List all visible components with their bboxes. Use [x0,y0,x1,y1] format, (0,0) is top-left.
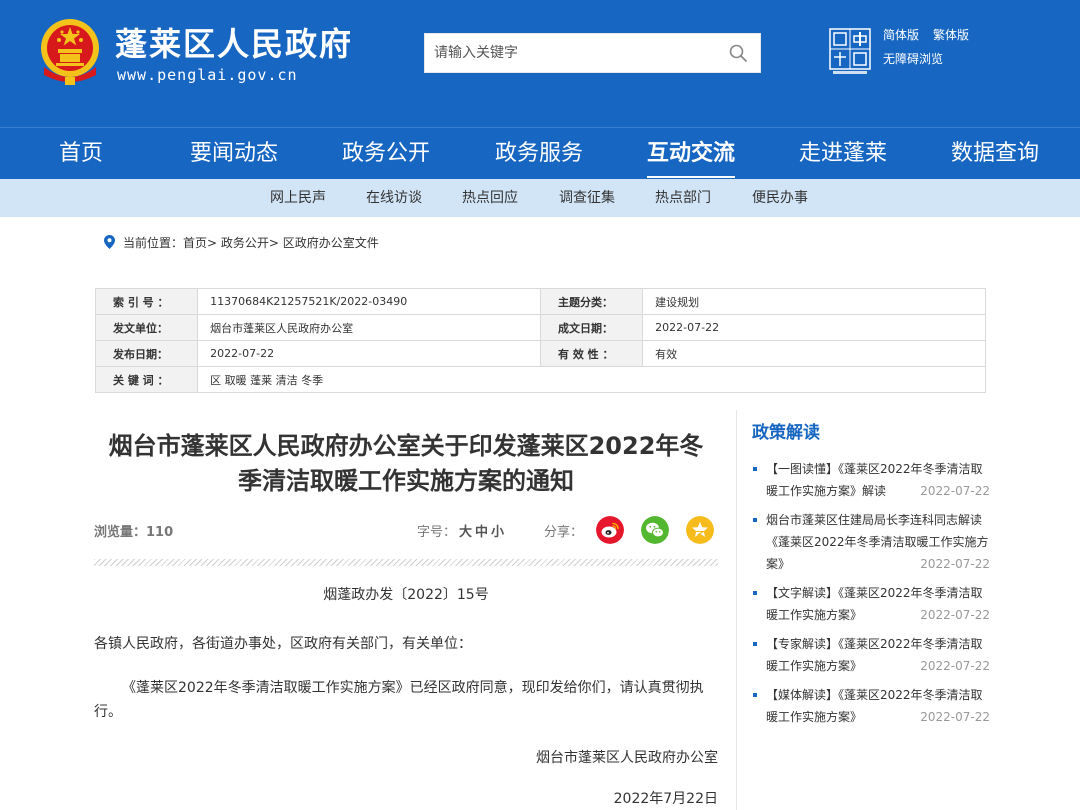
breadcrumb-home[interactable]: 首页 [183,236,207,250]
wechat-icon[interactable] [641,516,669,544]
nav-interaction[interactable]: 互动交流 [647,128,736,180]
font-size-small-button[interactable]: 小 [491,525,504,540]
published-date-label: 发布日期： [94,340,199,367]
sidebar-title: 政策解读 [752,423,820,443]
list-item-date: 2022-07-22 [920,608,990,622]
index-no-label: 索 引 号 ： [94,288,199,315]
share-label: 分享： [544,525,584,540]
subnav-online-interview[interactable]: 在线访谈 [366,179,422,217]
search-icon[interactable] [728,43,748,63]
nav-about-penglai[interactable]: 走进蓬莱 [799,128,887,180]
qzone-icon[interactable] [686,516,714,544]
breadcrumb: 当前位置：首页> 政务公开> 区政府办公室文件 [104,235,379,251]
list-item[interactable]: 【媒体解读】《蓬莱区2022年冬季清洁取暖工作实施方案》 2022-07-22 [752,684,990,728]
created-date-value: 2022-07-22 [642,314,986,341]
font-size-control: 字号：大中小 [417,521,504,540]
category-value: 建设规划 [642,288,986,315]
keywords-label: 关 键 词 ： [94,366,199,393]
article-toolbar: 浏览量：110 字号：大中小 分享： [94,516,718,544]
list-item-date: 2022-07-22 [920,557,990,571]
yantai-china-logo-icon [829,28,871,74]
view-count: 浏览量：110 [94,525,174,540]
subnav-hot-responses[interactable]: 热点回应 [462,179,518,217]
issuer-value: 烟台市蓬莱区人民政府办公室 [197,314,541,341]
national-emblem-icon[interactable] [38,17,102,85]
keywords-value: 区 取暖 蓬莱 清洁 冬季 [197,366,986,393]
site-name[interactable]: 蓬莱区人民政府 [115,26,353,62]
validity-label: 有 效 性 ： [539,340,644,367]
index-no-value: 11370684K21257521K/2022-03490 [197,288,541,315]
created-date-label: 成文日期： [539,314,644,341]
nav-news[interactable]: 要闻动态 [190,128,278,180]
subnav-public-voice[interactable]: 网上民声 [270,179,326,217]
nav-government-affairs[interactable]: 政务公开 [342,128,430,180]
location-pin-icon [104,235,115,249]
list-item[interactable]: 烟台市蓬莱区住建局局长李连科同志解读《蓬莱区2022年冬季清洁取暖工作实施方案》… [752,509,990,575]
article-salutation: 各镇人民政府，各街道办事处，区政府有关部门，有关单位： [94,636,472,652]
list-item-date: 2022-07-22 [920,484,990,498]
simplified-chinese-link[interactable]: 简体版 [883,28,919,42]
breadcrumb-prefix: 当前位置： [123,236,184,250]
article-title: 烟台市蓬莱区人民政府办公室关于印发蓬莱区2022年冬 季清洁取暖工作实施方案的通… [94,429,718,499]
breadcrumb-government-affairs[interactable]: 政务公开 [221,236,269,250]
published-date-value: 2022-07-22 [197,340,541,367]
list-item-date: 2022-07-22 [920,659,990,673]
article-title-line-1: 烟台市蓬莱区人民政府办公室关于印发蓬莱区2022年冬 [108,432,704,460]
policy-interpretation-sidebar: 政策解读 【一图读懂】《蓬莱区2022年冬季清洁取暖工作实施方案》解读 2022… [752,420,990,724]
list-item[interactable]: 【专家解读】《蓬莱区2022年冬季清洁取暖工作实施方案》 2022-07-22 [752,633,990,677]
column-divider [736,410,737,810]
breadcrumb-separator: > [268,236,283,250]
subnav-convenience-services[interactable]: 便民办事 [752,179,808,217]
breadcrumb-separator: > [207,236,221,250]
site-url[interactable]: www.penglai.gov.cn [117,66,298,84]
language-switch: 简体版 繁体版 [883,27,983,43]
nav-data-query[interactable]: 数据查询 [951,128,1039,180]
list-item-date: 2022-07-22 [920,710,990,724]
search-box [424,33,761,73]
subnav-hot-departments[interactable]: 热点部门 [655,179,711,217]
font-size-large-button[interactable]: 大 [459,525,472,540]
traditional-chinese-link[interactable]: 繁体版 [933,28,969,42]
article-date: 2022年7月22日 [613,791,718,807]
article-title-line-2: 季清洁取暖工作实施方案的通知 [238,467,574,495]
list-item[interactable]: 【文字解读】《蓬莱区2022年冬季清洁取暖工作实施方案》 2022-07-22 [752,582,990,626]
article-paragraph: 《蓬莱区2022年冬季清洁取暖工作实施方案》已经区政府同意，现印发给你们，请认真… [94,680,704,720]
main-nav: 首页 要闻动态 政务公开 政务服务 互动交流 走进蓬莱 数据查询 [0,127,1080,179]
weibo-icon[interactable] [596,516,624,544]
search-input[interactable] [425,34,725,72]
validity-value: 有效 [642,340,986,367]
sidebar-list: 【一图读懂】《蓬莱区2022年冬季清洁取暖工作实施方案》解读 2022-07-2… [752,458,990,735]
article-signer: 烟台市蓬莱区人民政府办公室 [536,750,718,766]
font-size-label: 字号： [417,525,457,540]
accessibility-link[interactable]: 无障碍浏览 [883,51,943,67]
breadcrumb-office-documents[interactable]: 区政府办公室文件 [283,236,379,250]
issuer-label: 发文单位： [94,314,199,341]
document-number: 烟蓬政办发〔2022〕15号 [323,587,489,603]
nav-home[interactable]: 首页 [59,128,103,180]
sub-nav: 网上民声 在线访谈 热点回应 调查征集 热点部门 便民办事 [0,179,1080,217]
document-info-table: 索 引 号 ： 11370684K21257521K/2022-03490 主题… [94,288,986,393]
category-label: 主题分类： [539,288,644,315]
list-item[interactable]: 【一图读懂】《蓬莱区2022年冬季清洁取暖工作实施方案》解读 2022-07-2… [752,458,990,502]
subnav-surveys[interactable]: 调查征集 [559,179,615,217]
article-divider [94,559,718,566]
font-size-medium-button[interactable]: 中 [475,525,488,540]
nav-services[interactable]: 政务服务 [495,128,583,180]
site-header: 蓬莱区人民政府 www.penglai.gov.cn 简体版繁体版 无障碍浏览 [0,0,1080,127]
